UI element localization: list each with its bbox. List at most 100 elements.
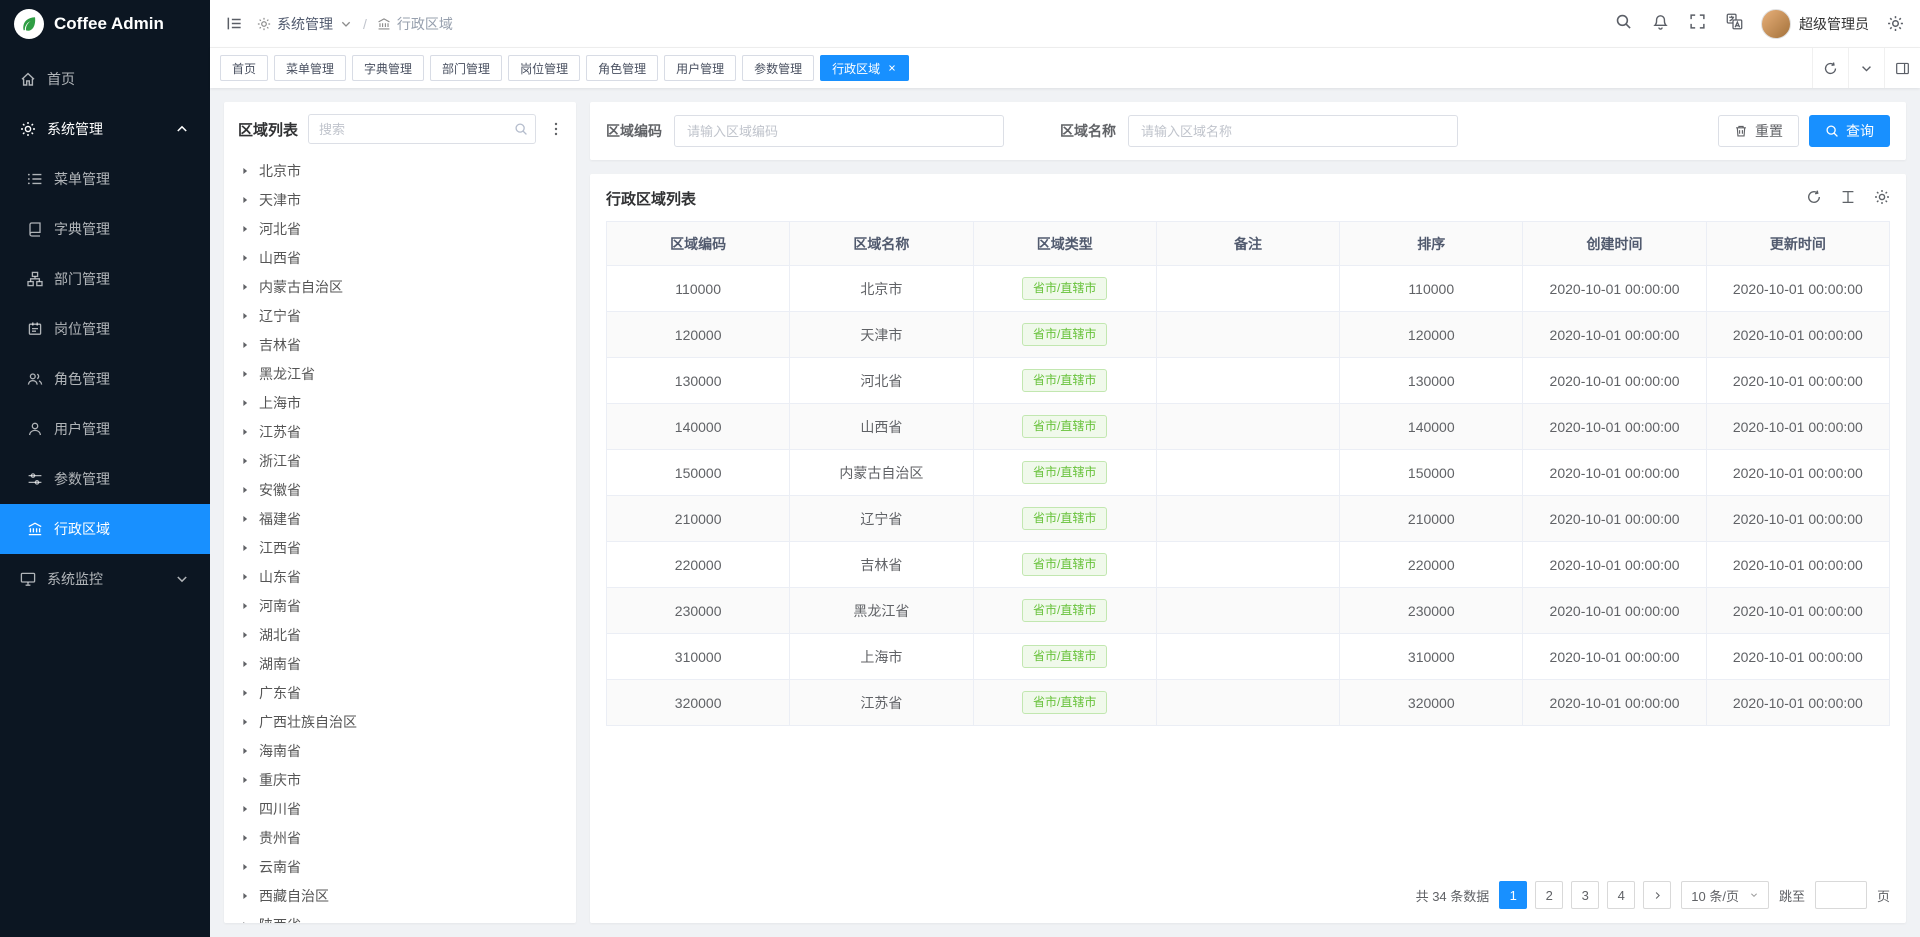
tree-item[interactable]: 内蒙古自治区 (224, 272, 576, 301)
sidebar-item-dept[interactable]: 部门管理 (0, 254, 210, 304)
sidebar-item-system[interactable]: 系统管理 (0, 104, 210, 154)
sidebar-item-user[interactable]: 用户管理 (0, 404, 210, 454)
tree-item-label: 上海市 (259, 393, 301, 413)
tree-item[interactable]: 山东省 (224, 562, 576, 591)
panel-icon (1895, 61, 1910, 76)
tab-8[interactable]: 行政区域 (820, 55, 909, 81)
search-button[interactable]: 查询 (1809, 115, 1890, 147)
text-width-button[interactable] (1840, 189, 1856, 208)
tree-item[interactable]: 江西省 (224, 533, 576, 562)
page-size-select[interactable]: 10 条/页 (1681, 881, 1769, 909)
sidebar-collapse-icon[interactable] (226, 15, 243, 32)
translate-button[interactable] (1726, 13, 1743, 35)
settings-gear-icon[interactable] (1887, 15, 1904, 32)
page-button-1[interactable]: 1 (1499, 881, 1527, 909)
caret-right-icon (240, 833, 250, 843)
home-icon (20, 71, 36, 87)
tab-5[interactable]: 角色管理 (586, 55, 658, 81)
tab-2[interactable]: 字典管理 (352, 55, 424, 81)
sidebar-item-dict[interactable]: 字典管理 (0, 204, 210, 254)
jump-page-input[interactable] (1815, 881, 1867, 909)
region-name-input[interactable] (1128, 115, 1458, 147)
caret-right-icon (240, 543, 250, 553)
tab-6[interactable]: 用户管理 (664, 55, 736, 81)
cell-type: 省市/直辖市 (973, 680, 1156, 726)
cell-sort: 110000 (1340, 266, 1523, 312)
cell-created: 2020-10-01 00:00:00 (1523, 680, 1706, 726)
cell-name: 上海市 (790, 634, 973, 680)
tab-7[interactable]: 参数管理 (742, 55, 814, 81)
tree-item[interactable]: 湖南省 (224, 649, 576, 678)
bell-button[interactable] (1652, 13, 1669, 35)
sidebar-item-monitor[interactable]: 系统监控 (0, 554, 210, 604)
region-type-badge: 省市/直辖市 (1022, 277, 1107, 301)
tree-search-input[interactable] (308, 114, 536, 144)
tree-item[interactable]: 云南省 (224, 852, 576, 881)
tree-item[interactable]: 天津市 (224, 185, 576, 214)
tree-item[interactable]: 江苏省 (224, 417, 576, 446)
tree-item[interactable]: 吉林省 (224, 330, 576, 359)
tree-item[interactable]: 黑龙江省 (224, 359, 576, 388)
sidebar-item-home[interactable]: 首页 (0, 54, 210, 104)
cell-type: 省市/直辖市 (973, 404, 1156, 450)
table-body: 110000北京市省市/直辖市1100002020-10-01 00:00:00… (607, 266, 1890, 726)
refresh-button[interactable] (1812, 48, 1848, 88)
tree-item[interactable]: 山西省 (224, 243, 576, 272)
cell-name: 辽宁省 (790, 496, 973, 542)
sidebar-item-param[interactable]: 参数管理 (0, 454, 210, 504)
tree-item[interactable]: 重庆市 (224, 765, 576, 794)
caret-right-icon (240, 166, 250, 176)
tab-3[interactable]: 部门管理 (430, 55, 502, 81)
tree-item[interactable]: 安徽省 (224, 475, 576, 504)
tree-item[interactable]: 广西壮族自治区 (224, 707, 576, 736)
cell-type: 省市/直辖市 (973, 542, 1156, 588)
tree-item[interactable]: 海南省 (224, 736, 576, 765)
fullscreen-button[interactable] (1689, 13, 1706, 35)
tree-item[interactable]: 广东省 (224, 678, 576, 707)
tree-item[interactable]: 湖北省 (224, 620, 576, 649)
gear-button[interactable] (1874, 189, 1890, 208)
chevron-down-button[interactable] (1848, 48, 1884, 88)
tree-menu-icon[interactable] (546, 121, 566, 137)
tree-item[interactable]: 四川省 (224, 794, 576, 823)
page-button-4[interactable]: 4 (1607, 881, 1635, 909)
search-icon[interactable] (514, 122, 528, 136)
table-header-row: 区域编码区域名称区域类型备注排序创建时间更新时间 (607, 222, 1890, 266)
page-button-2[interactable]: 2 (1535, 881, 1563, 909)
region-code-input[interactable] (674, 115, 1004, 147)
sidebar-item-role[interactable]: 角色管理 (0, 354, 210, 404)
tree-item[interactable]: 北京市 (224, 156, 576, 185)
search-button[interactable] (1615, 13, 1632, 35)
breadcrumb-item[interactable]: 系统管理 (257, 14, 353, 34)
refresh-button[interactable] (1806, 189, 1822, 208)
reset-button[interactable]: 重置 (1718, 115, 1799, 147)
tree-item[interactable]: 辽宁省 (224, 301, 576, 330)
caret-right-icon (240, 485, 250, 495)
caret-right-icon (240, 456, 250, 466)
tree-item[interactable]: 上海市 (224, 388, 576, 417)
tab-4[interactable]: 岗位管理 (508, 55, 580, 81)
tree-item[interactable]: 河南省 (224, 591, 576, 620)
sidebar-item-post[interactable]: 岗位管理 (0, 304, 210, 354)
tree-item[interactable]: 河北省 (224, 214, 576, 243)
filter-actions: 重置 查询 (1718, 115, 1890, 147)
page-button-3[interactable]: 3 (1571, 881, 1599, 909)
tree-item[interactable]: 西藏自治区 (224, 881, 576, 910)
tree-item[interactable]: 陕西省 (224, 910, 576, 923)
role-icon (27, 371, 43, 387)
tree-item[interactable]: 福建省 (224, 504, 576, 533)
sidebar-item-menu[interactable]: 菜单管理 (0, 154, 210, 204)
tab-1[interactable]: 菜单管理 (274, 55, 346, 81)
sidebar-item-label: 行政区域 (54, 519, 110, 539)
next-page-button[interactable] (1643, 881, 1671, 909)
cell-remark (1156, 634, 1339, 680)
sidebar-item-region[interactable]: 行政区域 (0, 504, 210, 554)
panel-button[interactable] (1884, 48, 1920, 88)
region-tree: 北京市天津市河北省山西省内蒙古自治区辽宁省吉林省黑龙江省上海市江苏省浙江省安徽省… (224, 152, 576, 923)
tab-0[interactable]: 首页 (220, 55, 268, 81)
caret-right-icon (240, 572, 250, 582)
caret-right-icon (240, 862, 250, 872)
user-menu[interactable]: 超级管理员 (1761, 9, 1869, 39)
tree-item[interactable]: 贵州省 (224, 823, 576, 852)
tree-item[interactable]: 浙江省 (224, 446, 576, 475)
